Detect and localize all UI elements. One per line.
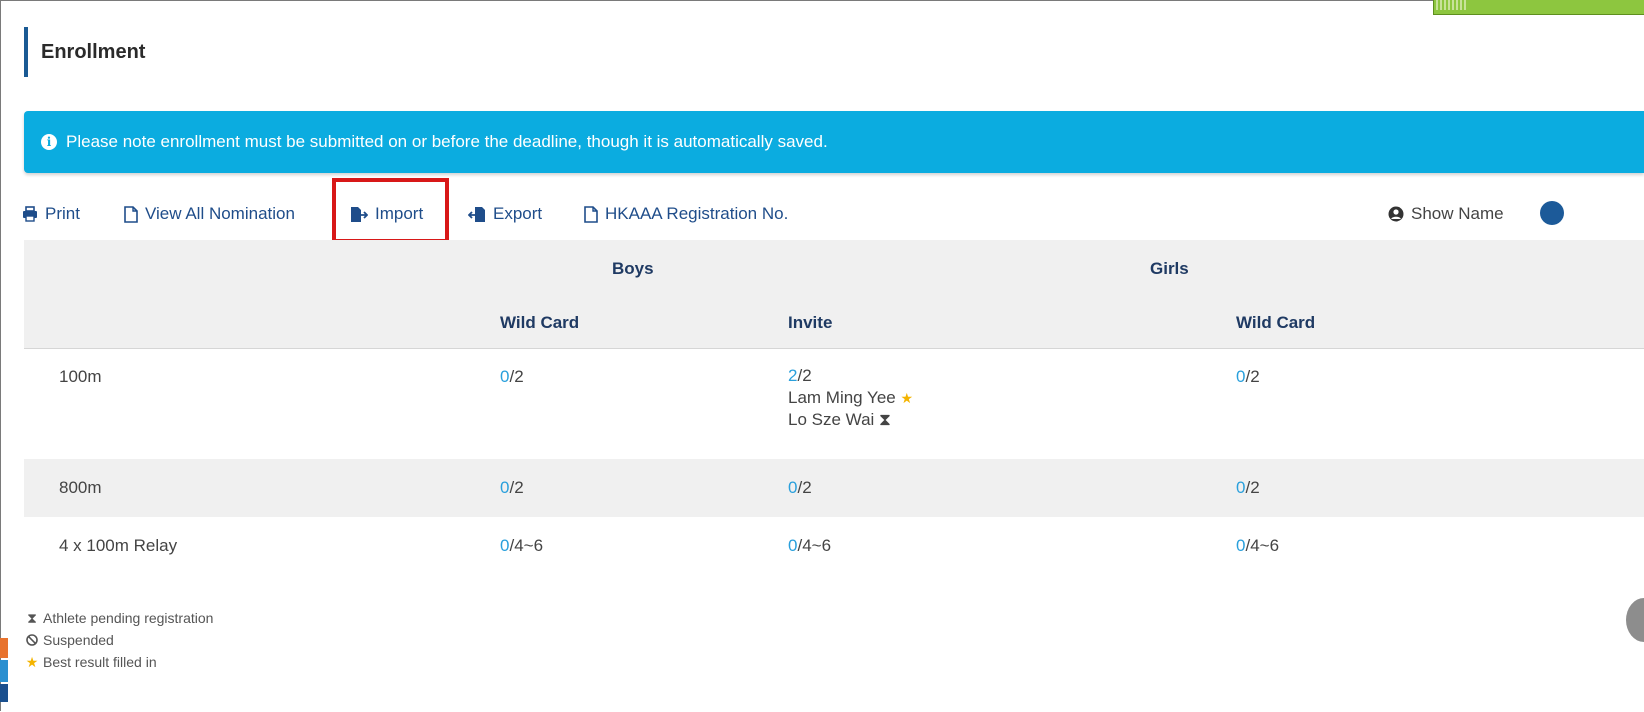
girls-wild-card-header: Wild Card bbox=[1236, 313, 1316, 332]
deco-bar bbox=[0, 638, 8, 658]
deco-bar bbox=[0, 684, 8, 702]
corner-tab bbox=[1433, 0, 1644, 15]
boys-wild-cell: 0/4~6 bbox=[500, 536, 543, 556]
table-row: 100m 0/2 2/2 Lam Ming Yee ★ Lo Sze Wai ⧗… bbox=[24, 349, 1644, 459]
import-highlight-box bbox=[332, 178, 449, 243]
legend-item: ⧗ Athlete pending registration bbox=[24, 607, 213, 629]
legend-item: Suspended bbox=[24, 629, 213, 651]
hkaaa-registration-button[interactable]: HKAAA Registration No. bbox=[584, 196, 788, 232]
boys-invite-cell: 0/2 bbox=[788, 478, 812, 498]
user-circle-icon bbox=[1388, 206, 1404, 222]
girls-header: Girls bbox=[1150, 259, 1189, 278]
athlete-name: Lo Sze Wai bbox=[788, 410, 875, 429]
show-name-text: Show Name bbox=[1411, 204, 1504, 223]
view-all-label: View All Nomination bbox=[145, 204, 295, 223]
registration-label: HKAAA Registration No. bbox=[605, 204, 789, 223]
event-name: 100m bbox=[59, 367, 102, 386]
girls-wild-cell: 0/2 bbox=[1236, 478, 1260, 498]
star-icon: ★ bbox=[25, 654, 39, 670]
boys-wild-cell: 0/2 bbox=[500, 478, 524, 498]
table-header: Boys Girls Wild Card Invite Wild Card bbox=[24, 240, 1644, 349]
boys-invite-cell: 2/2 Lam Ming Yee ★ Lo Sze Wai ⧗ bbox=[788, 365, 913, 431]
export-button[interactable]: Export bbox=[468, 196, 542, 232]
limit-value: /2 bbox=[1245, 367, 1260, 386]
print-label: Print bbox=[45, 204, 80, 223]
table-row: 800m 0/2 0/2 0/2 bbox=[24, 459, 1644, 517]
limit-value: /2 bbox=[509, 367, 524, 386]
file-icon bbox=[124, 205, 138, 223]
boys-header: Boys bbox=[612, 259, 654, 278]
printer-icon bbox=[23, 206, 37, 222]
boys-invite-header: Invite bbox=[788, 313, 833, 332]
view-all-nomination-button[interactable]: View All Nomination bbox=[124, 196, 295, 232]
deco-bar bbox=[0, 660, 8, 682]
legend-item: ★ Best result filled in bbox=[24, 651, 213, 673]
limit-value: /4~6 bbox=[1245, 536, 1280, 555]
legend-pending-label: Athlete pending registration bbox=[43, 610, 214, 626]
limit-value: /2 bbox=[1245, 478, 1260, 497]
event-name: 4 x 100m Relay bbox=[59, 536, 178, 555]
export-icon bbox=[468, 206, 485, 222]
boys-invite-cell: 0/4~6 bbox=[788, 536, 831, 556]
legend-best-result-label: Best result filled in bbox=[43, 654, 157, 670]
boys-wild-card-header: Wild Card bbox=[500, 313, 580, 332]
legend: ⧗ Athlete pending registration Suspended… bbox=[24, 607, 214, 673]
limit-value: /4~6 bbox=[797, 536, 832, 555]
star-icon: ★ bbox=[900, 390, 914, 406]
ban-icon bbox=[24, 634, 40, 646]
info-notice: i Please note enrollment must be submitt… bbox=[24, 111, 1644, 173]
limit-value: /2 bbox=[509, 478, 524, 497]
boys-wild-cell: 0/2 bbox=[500, 367, 524, 387]
show-name-toggle[interactable] bbox=[1540, 201, 1564, 225]
limit-value: /2 bbox=[797, 478, 812, 497]
show-name-label: Show Name bbox=[1388, 196, 1504, 232]
corner-stripe bbox=[1436, 0, 1466, 10]
page-title-bar: Enrollment bbox=[24, 27, 145, 77]
limit-value: /4~6 bbox=[509, 536, 544, 555]
print-button[interactable]: Print bbox=[22, 196, 80, 232]
athlete-name: Lam Ming Yee bbox=[788, 388, 896, 407]
legend-suspended-label: Suspended bbox=[43, 632, 114, 648]
hourglass-icon: ⧗ bbox=[27, 610, 37, 626]
file-icon bbox=[584, 205, 598, 223]
left-edge-decoration bbox=[0, 620, 8, 712]
event-name: 800m bbox=[59, 478, 102, 497]
notice-text: Please note enrollment must be submitted… bbox=[66, 132, 828, 151]
info-circle-icon: i bbox=[41, 134, 57, 150]
hourglass-icon: ⧗ bbox=[879, 410, 891, 429]
toolbar: Print View All Nomination Import Export … bbox=[22, 196, 1622, 232]
girls-wild-cell: 0/2 bbox=[1236, 367, 1260, 387]
limit-value: /2 bbox=[797, 366, 812, 385]
girls-wild-cell: 0/4~6 bbox=[1236, 536, 1279, 556]
table-row: 4 x 100m Relay 0/4~6 0/4~6 0/4~6 bbox=[24, 517, 1644, 575]
export-label: Export bbox=[493, 204, 543, 223]
page-title: Enrollment bbox=[41, 40, 146, 63]
